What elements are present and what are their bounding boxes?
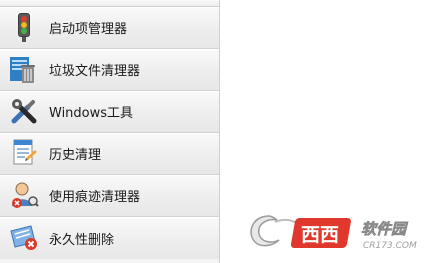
history-document-icon	[13, 139, 37, 165]
tools-menu: 启动项管理器 垃圾文件清理器 Windows工具 历史清理 使用痕迹清理器 永久…	[0, 0, 220, 263]
menu-item-label: 启动项管理器	[49, 22, 128, 37]
user-trace-icon	[12, 182, 39, 208]
permanent-delete-icon	[10, 225, 37, 250]
menu-item-permanent-delete[interactable]: 永久性删除	[0, 217, 219, 259]
traffic-light-icon	[18, 13, 30, 42]
menu-item-label: 垃圾文件清理器	[49, 64, 141, 79]
menu-item-label: Windows工具	[49, 106, 134, 121]
watermark-brand: 西西	[301, 224, 339, 246]
watermark-brand-sub: 软件园	[361, 220, 409, 238]
menu-item-history-cleaner[interactable]: 历史清理	[0, 133, 219, 175]
menu-item-windows-tools[interactable]: Windows工具	[0, 91, 219, 133]
menu-item-startup-manager[interactable]: 启动项管理器	[0, 7, 219, 49]
menu-item-label: 永久性删除	[49, 232, 115, 248]
menu-item-usage-trace-cleaner[interactable]: 使用痕迹清理器	[0, 175, 219, 217]
menu-item-junk-file-cleaner[interactable]: 垃圾文件清理器	[0, 49, 219, 91]
trash-bin-icon	[10, 57, 35, 83]
menu-item-label: 使用痕迹清理器	[49, 190, 141, 205]
menu-top-edge	[0, 0, 219, 7]
watermark-site: CR173.COM	[363, 241, 417, 251]
site-watermark-logo: 西西 软件园 CR173.COM	[250, 215, 417, 251]
menu-item-label: 历史清理	[49, 148, 102, 163]
tools-icon	[11, 99, 37, 124]
